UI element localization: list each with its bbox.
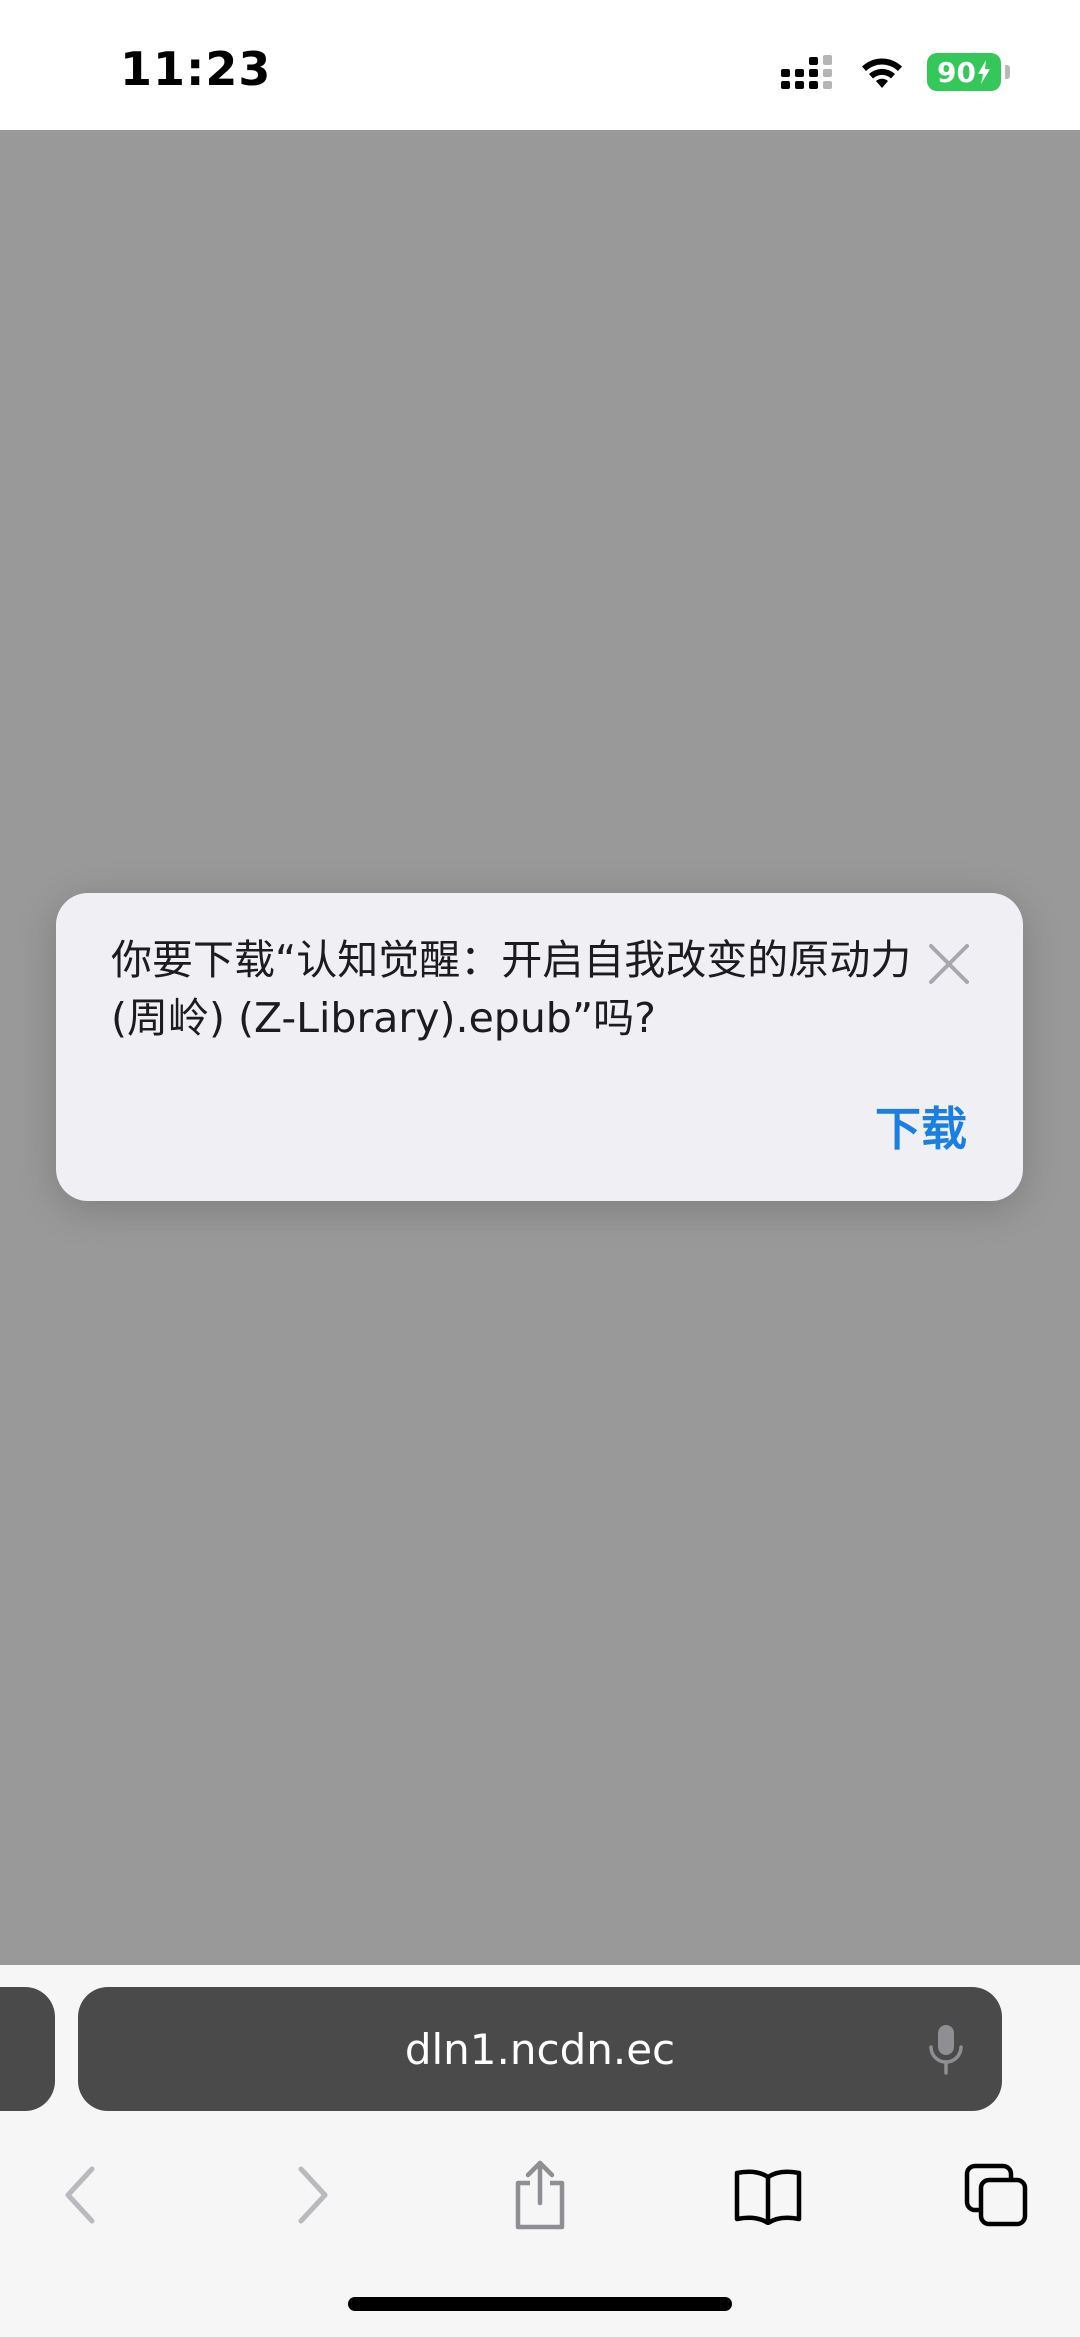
bookmarks-icon bbox=[734, 2169, 802, 2225]
alert-message: 你要下载“认知觉醒：开启自我改变的原动力 (周岭) (Z-Library).ep… bbox=[111, 936, 912, 1042]
wifi-icon bbox=[862, 58, 902, 88]
forward-icon bbox=[298, 2166, 328, 2224]
battery-level: 90 bbox=[937, 55, 976, 89]
cellular-signal-icon bbox=[781, 55, 832, 89]
status-time: 11:23 bbox=[120, 42, 272, 96]
navigation-row bbox=[0, 2145, 1080, 2245]
microphone-icon[interactable] bbox=[926, 2023, 966, 2077]
download-button[interactable]: 下载 bbox=[875, 1093, 967, 1159]
bottom-toolbar: dln1.ncdn.ec bbox=[0, 1965, 1080, 2337]
address-bar[interactable]: dln1.ncdn.ec bbox=[78, 1987, 1002, 2111]
battery-tip bbox=[1005, 65, 1010, 79]
share-button[interactable] bbox=[490, 2145, 590, 2245]
forward-button[interactable] bbox=[263, 2145, 363, 2245]
close-icon[interactable] bbox=[923, 938, 975, 990]
battery-charging-icon: 90 bbox=[927, 53, 1001, 91]
tabs-button[interactable] bbox=[946, 2145, 1046, 2245]
status-bar: 11:23 90 bbox=[0, 0, 1080, 130]
bookmarks-button[interactable] bbox=[718, 2145, 818, 2245]
home-indicator bbox=[348, 2297, 732, 2311]
safari-screen: 11:23 90 你要下载“认知觉醒：开启自我改变的原动力 (周岭) (Z-Li… bbox=[0, 0, 1080, 2337]
share-icon bbox=[515, 2160, 565, 2230]
back-button[interactable] bbox=[30, 2145, 130, 2245]
status-icons: 90 bbox=[779, 50, 1010, 94]
previous-tab-peek[interactable] bbox=[0, 1987, 55, 2111]
tabs-icon bbox=[964, 2163, 1028, 2227]
download-alert: 你要下载“认知觉醒：开启自我改变的原动力 (周岭) (Z-Library).ep… bbox=[56, 893, 1023, 1201]
address-url: dln1.ncdn.ec bbox=[404, 2024, 676, 2074]
back-icon bbox=[65, 2166, 95, 2224]
